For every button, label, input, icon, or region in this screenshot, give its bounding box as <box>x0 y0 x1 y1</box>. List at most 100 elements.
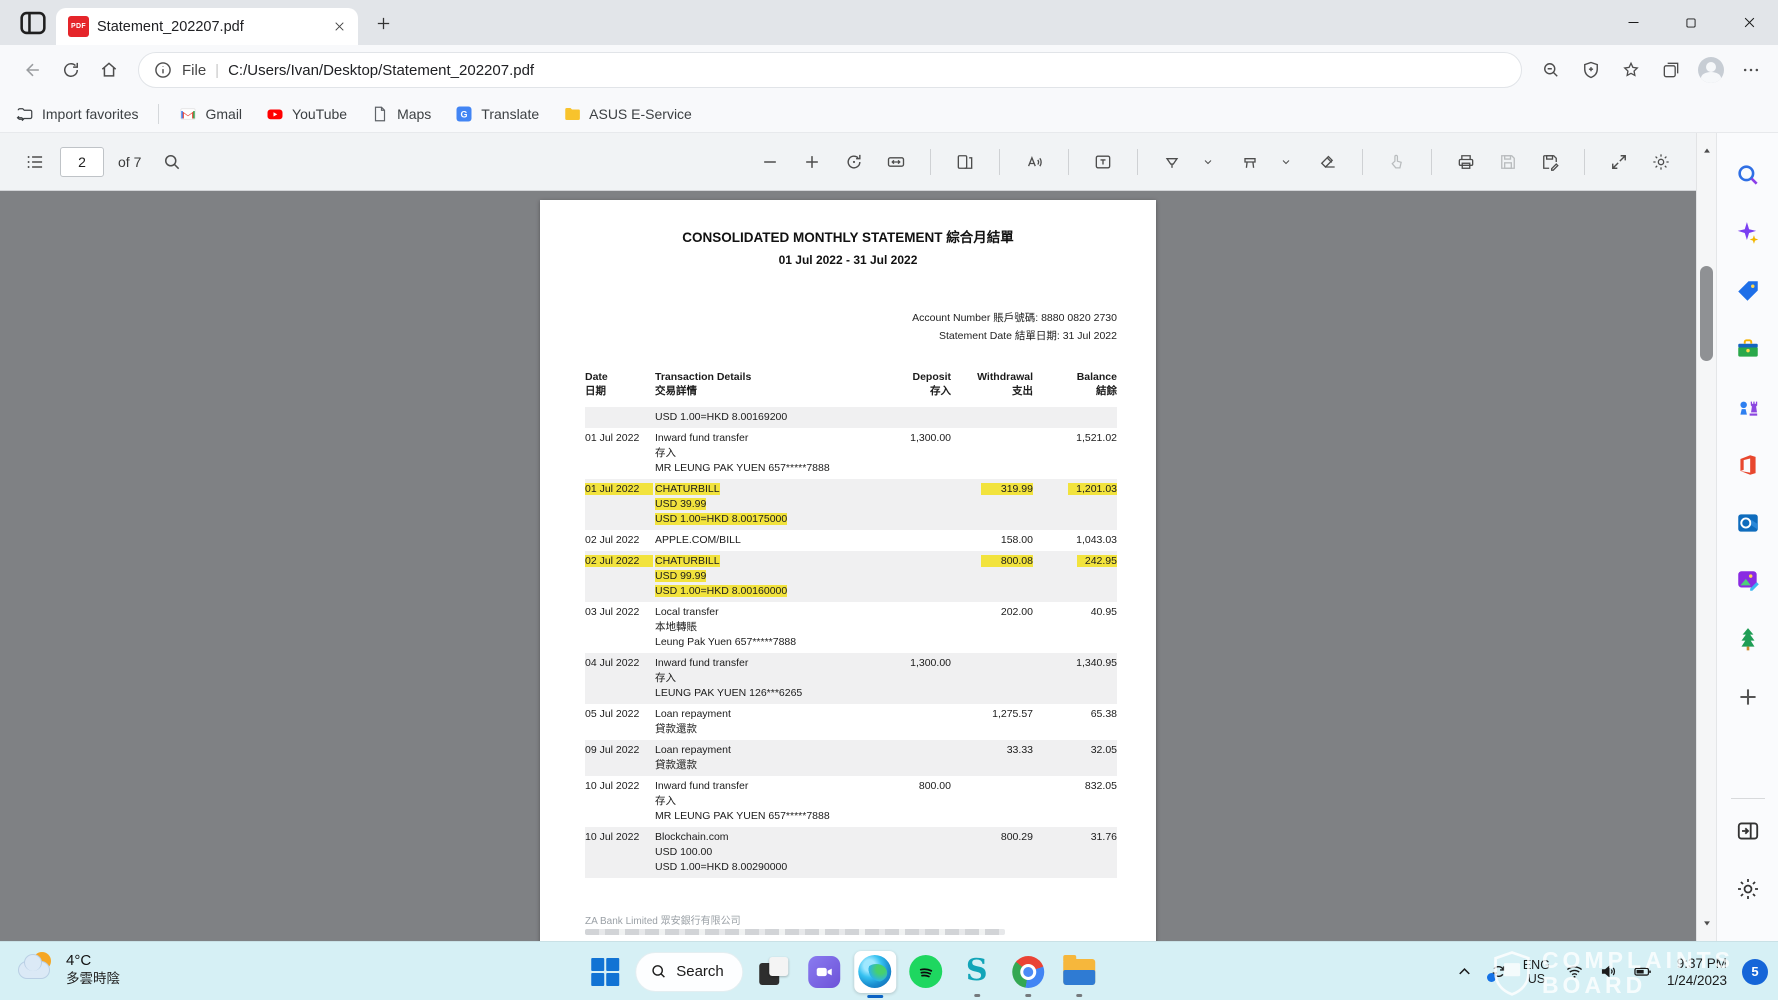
hidden-icons-chevron-icon[interactable] <box>1455 962 1474 981</box>
profile-avatar[interactable] <box>1694 53 1728 87</box>
save-as-icon[interactable] <box>1533 145 1567 179</box>
sidebar-copilot-icon[interactable] <box>1728 213 1768 253</box>
statement-title: CONSOLIDATED MONTHLY STATEMENT 綜合月結單 <box>540 226 1156 246</box>
rotate-icon[interactable] <box>837 145 871 179</box>
pdf-viewer[interactable]: CONSOLIDATED MONTHLY STATEMENT 綜合月結單 01 … <box>0 191 1696 941</box>
sidebar-tree-icon[interactable] <box>1728 619 1768 659</box>
pdf-file-icon: PDF <box>68 16 89 37</box>
cell-details: Inward fund transfer存入MR LEUNG PAK YUEN … <box>655 431 859 476</box>
add-text-icon[interactable] <box>1086 145 1120 179</box>
favorite-asus-e-service[interactable]: ASUS E-Service <box>563 105 692 123</box>
favorites-star-icon[interactable] <box>1614 53 1648 87</box>
tab-actions-menu-icon[interactable] <box>16 6 50 40</box>
cell-date: 05 Jul 2022 <box>585 707 655 737</box>
browser-menu-icon[interactable] <box>1734 53 1768 87</box>
wifi-icon[interactable] <box>1565 962 1584 981</box>
bank-footer: ZA Bank Limited 眾安銀行有限公司 <box>585 912 741 927</box>
start-menu-button[interactable] <box>584 951 626 993</box>
edge-taskbar-icon[interactable] <box>854 951 896 993</box>
page-number-input[interactable] <box>60 147 104 177</box>
window-minimize-button[interactable] <box>1604 0 1662 45</box>
url-text[interactable]: C:/Users/Ivan/Desktop/Statement_202207.p… <box>228 62 1507 79</box>
highlight-options-chevron-icon[interactable] <box>1269 145 1303 179</box>
window-maximize-button[interactable] <box>1662 0 1720 45</box>
page-view-icon[interactable] <box>948 145 982 179</box>
edge-sidebar <box>1716 133 1778 941</box>
sidebar-shopping-icon[interactable] <box>1728 271 1768 311</box>
video-app-taskbar-icon[interactable] <box>803 951 845 993</box>
sidebar-designer-icon[interactable] <box>1728 561 1768 601</box>
chrome-taskbar-icon[interactable] <box>1007 951 1049 993</box>
window-close-button[interactable] <box>1720 0 1778 45</box>
favorite-youtube[interactable]: YouTube <box>266 105 347 123</box>
address-bar[interactable]: File | C:/Users/Ivan/Desktop/Statement_2… <box>138 52 1522 88</box>
cell-details: CHATURBILLUSD 39.99USD 1.00=HKD 8.001750… <box>655 482 859 527</box>
table-of-contents-icon[interactable] <box>18 145 52 179</box>
cell-details: Blockchain.comUSD 100.00USD 1.00=HKD 8.0… <box>655 830 859 875</box>
page-info-icon[interactable] <box>153 60 173 80</box>
cell-date: 09 Jul 2022 <box>585 743 655 773</box>
surfshark-taskbar-icon[interactable]: S <box>956 951 998 993</box>
cell-balance: 32.05 <box>1033 743 1117 773</box>
sidebar-add-icon[interactable] <box>1728 677 1768 717</box>
sidebar-outlook-icon[interactable] <box>1728 503 1768 543</box>
sidebar-settings-icon[interactable] <box>1728 869 1768 909</box>
desktop-app-taskbar-icon[interactable] <box>752 951 794 993</box>
cell-deposit <box>859 482 951 527</box>
zoom-out-icon[interactable] <box>753 145 787 179</box>
back-button[interactable] <box>16 53 50 87</box>
scroll-down-icon[interactable] <box>1697 913 1716 933</box>
battery-icon[interactable] <box>1633 962 1652 981</box>
sidebar-open-sidebar-icon[interactable] <box>1728 811 1768 851</box>
cell-details: Inward fund transfer存入LEUNG PAK YUEN 126… <box>655 656 859 701</box>
favorite-maps[interactable]: Maps <box>371 105 431 123</box>
sidebar-games-icon[interactable] <box>1728 387 1768 427</box>
favorite-import-favorites[interactable]: Import favorites <box>16 105 138 123</box>
sync-status-icon[interactable] <box>1489 962 1508 981</box>
home-button[interactable] <box>92 53 126 87</box>
fullscreen-icon[interactable] <box>1602 145 1636 179</box>
taskbar: 4°C 多雲時陰 Search S ENGUS 9:37 PM 1/24/202… <box>0 941 1778 1000</box>
zoom-indicator-icon[interactable] <box>1534 53 1568 87</box>
cell-date: 02 Jul 2022 <box>585 533 655 548</box>
draw-options-chevron-icon[interactable] <box>1191 145 1225 179</box>
active-tab[interactable]: PDF Statement_202207.pdf <box>56 8 358 45</box>
taskbar-search[interactable]: Search <box>635 952 743 992</box>
clock[interactable]: 9:37 PM 1/24/2023 <box>1667 955 1727 989</box>
favorite-gmail[interactable]: Gmail <box>179 105 242 123</box>
fit-to-width-icon[interactable] <box>879 145 913 179</box>
sidebar-search-icon[interactable] <box>1728 155 1768 195</box>
gmail-icon <box>179 105 197 123</box>
new-tab-button[interactable] <box>368 8 398 38</box>
sidebar-office-icon[interactable] <box>1728 445 1768 485</box>
pdf-settings-gear-icon[interactable] <box>1644 145 1678 179</box>
tab-close-icon[interactable] <box>328 16 350 38</box>
print-icon[interactable] <box>1449 145 1483 179</box>
highlight-icon[interactable] <box>1233 145 1267 179</box>
sidebar-tools-icon[interactable] <box>1728 329 1768 369</box>
spotify-taskbar-icon[interactable] <box>905 951 947 993</box>
weather-widget[interactable]: 4°C 多雲時陰 <box>16 949 120 989</box>
scrollbar-thumb[interactable] <box>1700 266 1713 361</box>
file-explorer-taskbar-icon[interactable] <box>1058 951 1100 993</box>
notification-count-badge[interactable]: 5 <box>1742 959 1768 985</box>
find-in-document-icon[interactable] <box>155 145 189 179</box>
read-aloud-icon[interactable] <box>1017 145 1051 179</box>
favorite-translate[interactable]: GTranslate <box>455 105 539 123</box>
cell-withdrawal: 202.00 <box>951 605 1033 650</box>
erase-icon[interactable] <box>1311 145 1345 179</box>
language-indicator[interactable]: ENGUS <box>1523 958 1550 986</box>
zoom-in-icon[interactable] <box>795 145 829 179</box>
collections-icon[interactable] <box>1654 53 1688 87</box>
cell-withdrawal <box>951 410 1033 425</box>
time-label: 9:37 PM <box>1667 955 1727 972</box>
pdf-scrollbar[interactable] <box>1696 133 1716 941</box>
volume-icon[interactable] <box>1599 962 1618 981</box>
scroll-up-icon[interactable] <box>1697 141 1716 161</box>
cell-balance: 242.95 <box>1033 554 1117 599</box>
table-header: Date日期Transaction Details交易詳情Deposit存入Wi… <box>585 371 1117 398</box>
cell-deposit: 1,300.00 <box>859 656 951 701</box>
draw-icon[interactable] <box>1155 145 1189 179</box>
refresh-button[interactable] <box>54 53 88 87</box>
browser-essentials-icon[interactable] <box>1574 53 1608 87</box>
